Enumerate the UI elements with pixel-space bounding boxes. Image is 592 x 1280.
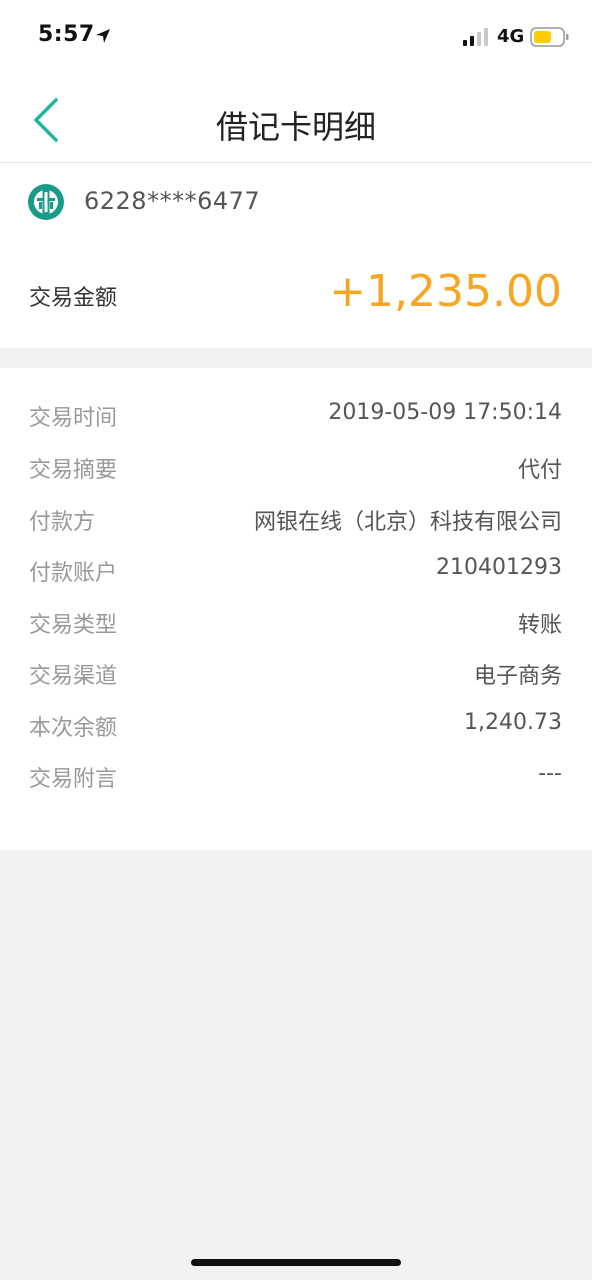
detail-row-payer: 付款方 网银在线（北京）科技有限公司: [0, 496, 592, 536]
battery-icon: [530, 27, 569, 47]
card-number: 6228****6477: [84, 187, 261, 215]
detail-row-memo: 交易附言 ---: [0, 753, 592, 793]
detail-value: 电子商务: [473, 664, 562, 689]
amount-label: 交易金额: [29, 286, 118, 311]
transaction-details: 交易时间 2019-05-09 17:50:14 交易摘要 代付 付款方 网银在…: [0, 368, 592, 850]
detail-row-balance: 本次余额 1,240.73: [0, 702, 592, 742]
detail-value: 210401293: [436, 555, 562, 580]
amount-value: +1,235.00: [329, 266, 562, 317]
detail-label: 交易类型: [29, 613, 118, 638]
detail-label: 交易时间: [29, 406, 118, 431]
detail-row-payer-account: 付款账户 210401293: [0, 547, 592, 587]
detail-value: 1,240.73: [464, 710, 562, 735]
detail-label: 付款账户: [29, 561, 118, 586]
home-indicator[interactable]: [191, 1259, 401, 1266]
detail-row-type: 交易类型 转账: [0, 599, 592, 639]
signal-strength-icon: [463, 28, 488, 46]
detail-label: 交易附言: [29, 767, 118, 792]
detail-value: 代付: [517, 458, 562, 483]
detail-value: 网银在线（北京）科技有限公司: [253, 510, 562, 535]
status-time: 5:57: [38, 22, 95, 47]
detail-row-time: 交易时间 2019-05-09 17:50:14: [0, 392, 592, 432]
network-type: 4G: [497, 26, 525, 47]
detail-row-summary: 交易摘要 代付: [0, 444, 592, 484]
status-bar: 5:57 4G: [0, 0, 592, 72]
location-arrow-icon: [96, 29, 110, 43]
bank-logo-icon: [28, 184, 64, 220]
detail-value: ---: [538, 761, 562, 786]
detail-label: 交易渠道: [29, 664, 118, 689]
page-title: 借记卡明细: [215, 108, 376, 146]
card-summary: 6228****6477 交易金额 +1,235.00: [0, 163, 592, 348]
detail-value: 转账: [517, 613, 562, 638]
navigation-bar: 借记卡明细: [0, 72, 592, 163]
detail-row-channel: 交易渠道 电子商务: [0, 650, 592, 690]
detail-label: 付款方: [29, 510, 96, 535]
detail-label: 本次余额: [29, 716, 118, 741]
detail-value: 2019-05-09 17:50:14: [328, 400, 562, 425]
detail-label: 交易摘要: [29, 458, 118, 483]
